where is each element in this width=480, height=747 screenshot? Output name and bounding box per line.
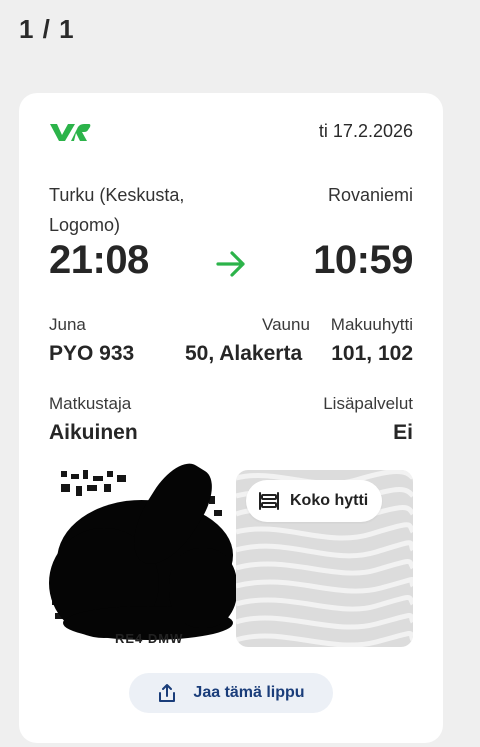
arrival-station: Rovaniemi [327, 185, 413, 205]
cabin-numbers: 101, 102 [331, 342, 413, 365]
vr-logo [50, 124, 91, 141]
passenger-type: Aikuinen [49, 421, 138, 444]
cabin-info-card: Koko hytti [236, 470, 413, 647]
bunk-bed-icon [259, 492, 279, 510]
cabin-badge: Koko hytti [246, 480, 383, 522]
cabin-label: Makuuhytti [330, 315, 413, 334]
travel-date: ti 17.2.2026 [318, 121, 413, 141]
train-number: PYO 933 [49, 342, 135, 365]
ticket-code-partial: RE4 DMW [115, 631, 184, 646]
arrow-right-icon [216, 251, 245, 277]
share-upload-icon [159, 684, 176, 702]
car-number: 50, Alakerta [185, 342, 303, 365]
ticket-card: ti 17.2.2026 Turku (Keskusta, Logomo) Ro… [19, 93, 443, 743]
share-ticket-label: Jaa tämä lippu [193, 684, 305, 701]
extras-label: Lisäpalvelut [323, 394, 413, 413]
ticket-counter: 1 / 1 [19, 14, 75, 44]
arrival-time: 10:59 [313, 238, 413, 282]
departure-time: 21:08 [49, 238, 149, 282]
cabin-badge-label: Koko hytti [290, 492, 369, 509]
passenger-label: Matkustaja [49, 394, 132, 413]
train-label: Juna [49, 315, 86, 334]
car-label: Vaunu [262, 315, 310, 334]
share-ticket-button[interactable]: Jaa tämä lippu [129, 673, 333, 713]
departure-station: Turku (Keskusta, Logomo) [49, 185, 185, 235]
qr-code-redacted [49, 453, 237, 648]
extras-value: Ei [393, 421, 413, 444]
